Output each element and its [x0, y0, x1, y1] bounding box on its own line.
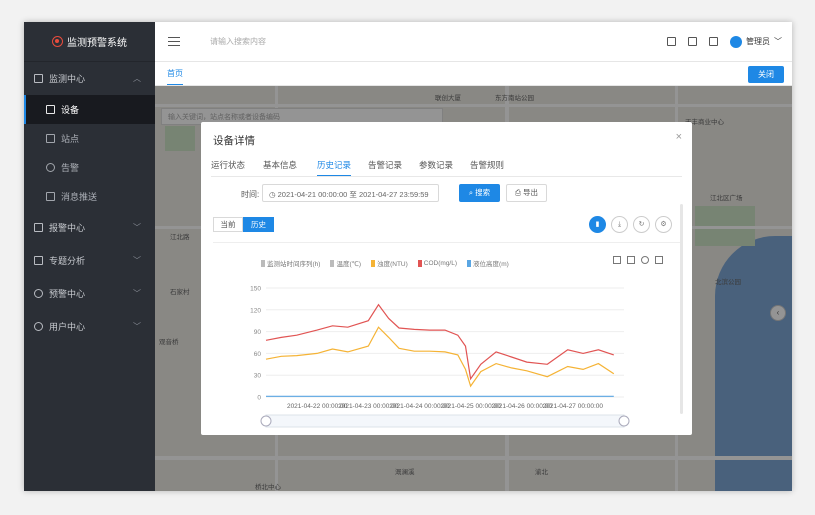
- chevron-down-icon: ﹀: [133, 289, 141, 298]
- sidebar-group-warning[interactable]: 预警中心 ﹀: [24, 277, 155, 310]
- chevron-down-icon: ﹀: [133, 256, 141, 265]
- series-line: [265, 326, 615, 388]
- sidebar-group-label: 报警中心: [49, 223, 86, 233]
- y-tick-label: 30: [254, 373, 262, 380]
- zoom-handle-left: [260, 415, 272, 427]
- alarm-center-icon: [34, 223, 43, 232]
- sidebar-item-message[interactable]: 消息推送: [24, 182, 155, 211]
- tab-home[interactable]: 首页: [167, 68, 183, 85]
- sidebar-item-label: 告警: [61, 163, 80, 173]
- sidebar-group-analysis[interactable]: 专题分析 ﹀: [24, 244, 155, 277]
- y-tick-label: 90: [254, 329, 262, 336]
- message-icon: [46, 192, 55, 201]
- chevron-up-icon: ︿: [133, 74, 141, 83]
- sidebar-group-label: 专题分析: [49, 256, 86, 266]
- sidebar-group-label: 预警中心: [49, 289, 86, 299]
- app-window: 监测预警系统 监测中心 ︿ 设备 站点 告警 消息推送 报警中心 ﹀ 专题分析 …: [24, 22, 792, 491]
- logo-icon: [52, 36, 63, 47]
- fullscreen-icon[interactable]: [709, 37, 718, 46]
- app-title: 监测预警系统: [67, 38, 127, 49]
- user-name: 管理员: [746, 37, 770, 46]
- y-tick-label: 60: [254, 351, 262, 358]
- user-menu[interactable]: 管理员 ﹀: [730, 35, 782, 48]
- sidebar-group-monitor[interactable]: 监测中心 ︿: [24, 62, 155, 95]
- device-icon: [46, 105, 55, 114]
- sidebar-group-label: 监测中心: [49, 74, 86, 84]
- user-icon: [34, 322, 43, 331]
- lock-icon[interactable]: [667, 37, 676, 46]
- top-bar: 请输入搜索内容 管理员 ﹀: [155, 22, 792, 62]
- close-tabs-button[interactable]: 关闭: [748, 66, 784, 83]
- zoom-handle-right: [618, 415, 630, 427]
- copy-icon[interactable]: [688, 37, 697, 46]
- y-tick-label: 120: [250, 307, 261, 314]
- tab-bar: 首页 关闭: [155, 62, 792, 86]
- top-right-tools: 管理员 ﹀: [667, 35, 782, 48]
- sidebar-item-label: 站点: [61, 134, 80, 144]
- chevron-down-icon: ﹀: [774, 37, 782, 46]
- data-zoom-slider: [265, 414, 625, 428]
- x-tick-label: 2021-04-27 00:00:00: [543, 403, 604, 410]
- sidebar-item-label: 设备: [61, 105, 80, 115]
- chevron-down-icon: ﹀: [133, 322, 141, 331]
- sidebar-item-device[interactable]: 设备: [24, 95, 155, 124]
- top-search-input[interactable]: 请输入搜索内容: [210, 36, 266, 47]
- line-chart: 03060901201502021-04-22 00:00:002021-04-…: [250, 286, 630, 428]
- analysis-icon: [34, 256, 43, 265]
- sidebar-group-label: 用户中心: [49, 322, 86, 332]
- warning-icon: [34, 289, 43, 298]
- station-icon: [46, 134, 55, 143]
- sidebar-group-alarm-center[interactable]: 报警中心 ﹀: [24, 211, 155, 244]
- monitor-icon: [34, 74, 43, 83]
- sidebar-item-station[interactable]: 站点: [24, 124, 155, 153]
- sidebar: 监测预警系统 监测中心 ︿ 设备 站点 告警 消息推送 报警中心 ﹀ 专题分析 …: [24, 22, 155, 491]
- app-logo: 监测预警系统: [24, 22, 155, 62]
- y-tick-label: 150: [250, 286, 261, 293]
- sidebar-group-user[interactable]: 用户中心 ﹀: [24, 310, 155, 343]
- sidebar-item-alarm[interactable]: 告警: [24, 153, 155, 182]
- alarm-icon: [46, 163, 55, 172]
- y-tick-label: 0: [257, 395, 261, 402]
- sidebar-item-label: 消息推送: [61, 192, 98, 202]
- series-line: [265, 303, 614, 381]
- chevron-down-icon: ﹀: [133, 223, 141, 232]
- avatar: [730, 35, 742, 48]
- device-detail-modal: 设备详情 × 运行状态 基本信息 历史记录 告警记录 参数记录 告警规则 时间:…: [201, 122, 692, 435]
- menu-toggle-icon[interactable]: [168, 37, 180, 46]
